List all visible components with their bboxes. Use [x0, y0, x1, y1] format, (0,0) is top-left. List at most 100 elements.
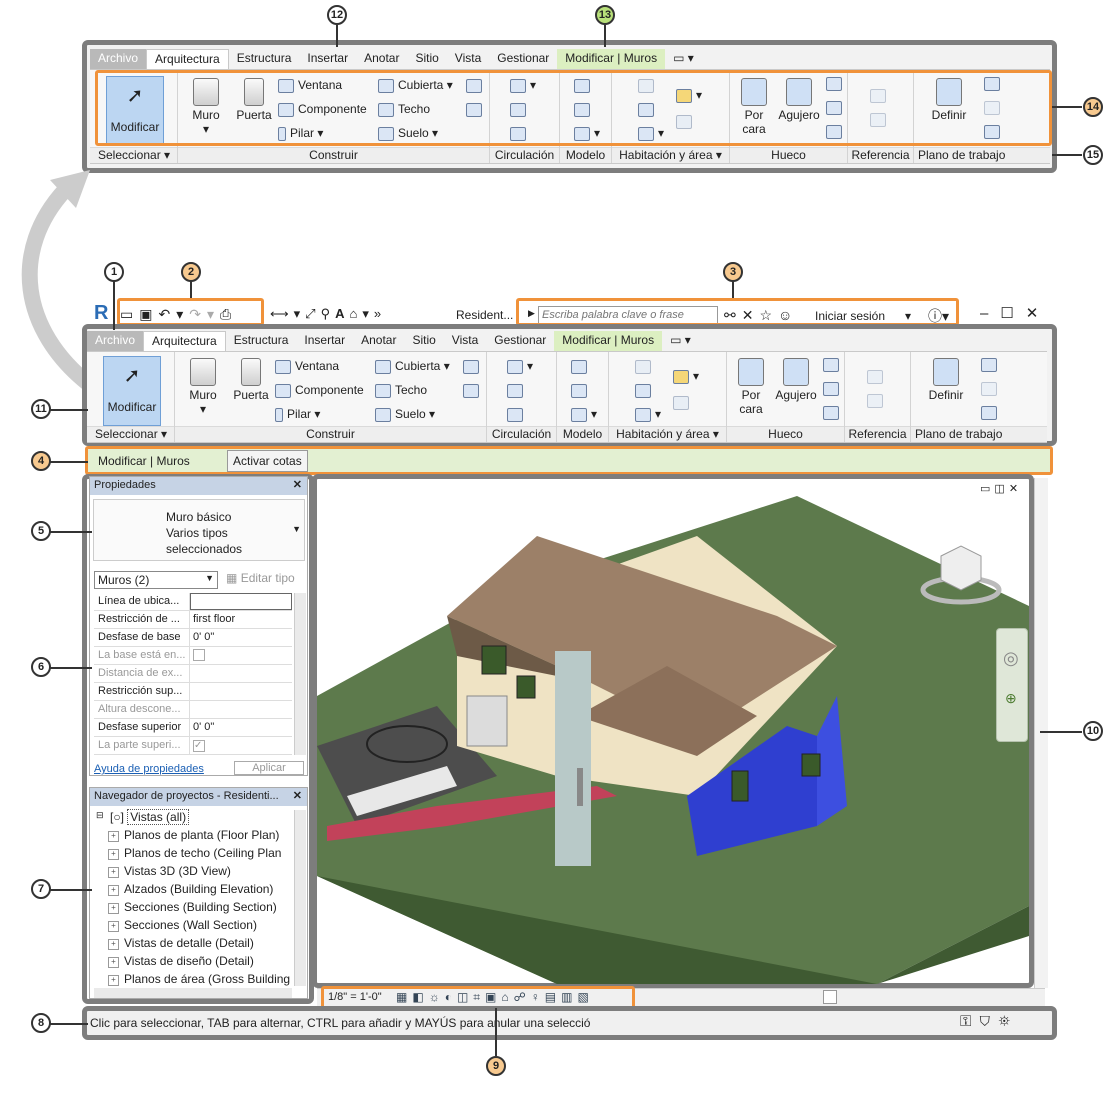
view-restore-icon[interactable]: ◫	[994, 483, 1008, 495]
main-tab-gestionar[interactable]: Gestionar	[486, 331, 554, 351]
maximize-icon[interactable]: ☐	[1000, 305, 1025, 322]
main-ribbon-options-icon[interactable]: ▭ ▾	[662, 331, 699, 351]
views-root[interactable]: ⊟ [○] Vistas (all)	[94, 809, 290, 828]
prop-row[interactable]: Desfase de base 0' 0"	[94, 629, 292, 647]
floor-button[interactable]: Suelo ▾	[378, 126, 438, 141]
undo-icon[interactable]: ↶▾	[158, 306, 189, 322]
view-hscroll-thumb[interactable]	[823, 990, 837, 1004]
browser-item[interactable]: Planos de planta (Floor Plan)	[94, 828, 290, 846]
ref-plane-icon[interactable]	[984, 100, 1004, 115]
checkbox-checked[interactable]: ✓	[193, 740, 205, 752]
view-close-icon[interactable]: ✕	[1009, 483, 1022, 495]
component-button[interactable]: Componente	[278, 102, 367, 117]
modify-button[interactable]: ➚ Modificar	[106, 76, 164, 146]
curtain-grid-icon[interactable]	[466, 78, 486, 93]
viewcube[interactable]	[916, 538, 1006, 618]
browser-hscrollbar[interactable]	[94, 988, 292, 998]
aligned-dim-icon[interactable]: ⤢	[305, 306, 320, 321]
tag-icon[interactable]: ⚲	[321, 306, 336, 321]
save-icon[interactable]: ▣	[139, 306, 158, 322]
main-grid-icon[interactable]	[867, 393, 887, 408]
tab-sitio[interactable]: Sitio	[407, 49, 446, 69]
binoculars-icon[interactable]: ⚯	[724, 307, 742, 323]
signin-button[interactable]: Iniciar sesión ▾	[815, 309, 911, 323]
grid-icon[interactable]	[870, 112, 890, 127]
room-tag-icon[interactable]: ▾	[638, 126, 664, 141]
browser-item[interactable]: Alzados (Building Elevation)	[94, 882, 290, 900]
main-stair-icon[interactable]	[507, 407, 527, 422]
tab-gestionar[interactable]: Gestionar	[489, 49, 557, 69]
main-viewer-icon[interactable]	[981, 405, 1001, 420]
ceiling-button[interactable]: Techo	[378, 102, 430, 117]
dormer-opening-icon[interactable]	[826, 124, 846, 139]
main-shaft-button[interactable]: Agujero	[771, 358, 821, 402]
set-workplane-button[interactable]: Definir	[924, 78, 974, 122]
roof-button[interactable]: Cubierta ▾	[378, 78, 453, 93]
prop-row[interactable]: Distancia de ex...	[94, 665, 292, 683]
main-column-button[interactable]: Pilar ▾	[275, 407, 320, 422]
room-icon[interactable]	[638, 78, 658, 93]
tab-archivo[interactable]: Archivo	[90, 49, 147, 69]
main-by-face-button[interactable]: Por cara	[731, 358, 771, 416]
main-room-area-group-label[interactable]: Habitación y área ▾	[609, 426, 726, 442]
crop-region-icon[interactable]: ▣	[485, 990, 501, 1004]
sun-path-icon[interactable]: ☼	[429, 990, 445, 1004]
area-boundary-icon[interactable]	[676, 114, 696, 129]
navigation-bar[interactable]	[996, 628, 1028, 742]
revit-logo[interactable]: R	[94, 302, 108, 325]
curtain-mullion-icon[interactable]	[466, 102, 486, 117]
apply-button[interactable]: Aplicar	[234, 761, 304, 775]
main-set-workplane-button[interactable]: Definir	[921, 358, 971, 402]
main-window-button[interactable]: Ventana	[275, 359, 339, 374]
3d-view-icon[interactable]: ⌂▾	[350, 306, 374, 321]
select-links-icon[interactable]: ⚿	[960, 1013, 979, 1030]
constraints-icon[interactable]: ▧	[577, 990, 593, 1004]
steering-wheel-icon[interactable]: ◎	[1003, 648, 1019, 669]
prop-row[interactable]: Línea de ubica...	[94, 593, 292, 611]
main-wall-opening-icon[interactable]	[823, 357, 843, 372]
room-separator-icon[interactable]	[638, 102, 658, 117]
main-roof-button[interactable]: Cubierta ▾	[375, 359, 450, 374]
main-room-icon[interactable]	[635, 359, 655, 374]
checkbox[interactable]	[193, 649, 205, 661]
prop-row[interactable]: Restricción de ... first floor	[94, 611, 292, 629]
search-input[interactable]	[538, 306, 718, 324]
visual-style-icon[interactable]: ◧	[412, 990, 428, 1004]
browser-item[interactable]: Secciones (Building Section)	[94, 900, 290, 918]
minimize-icon[interactable]: –	[980, 305, 1000, 322]
main-curtain-grid-icon[interactable]	[463, 359, 483, 374]
prop-row[interactable]: La base está en...	[94, 647, 292, 665]
main-component-button[interactable]: Componente	[275, 383, 364, 398]
main-area-boundary-icon[interactable]	[673, 395, 693, 410]
search-arrow-icon[interactable]: ▶	[528, 308, 535, 319]
temp-hide-icon[interactable]: ☍	[514, 990, 531, 1004]
detail-level-icon[interactable]: ▦	[396, 990, 412, 1004]
main-area-icon[interactable]: ▾	[673, 369, 699, 384]
edit-type-button[interactable]: ▦ Editar tipo	[226, 571, 295, 585]
type-dropdown-icon[interactable]: ▼	[292, 524, 301, 534]
railing-icon[interactable]: ▾	[510, 78, 536, 93]
wall-opening-icon[interactable]	[826, 76, 846, 91]
main-ramp-icon[interactable]	[507, 383, 527, 398]
properties-close-icon[interactable]: ✕	[293, 478, 302, 491]
wall-button[interactable]: Muro ▾	[186, 78, 226, 136]
prop-row[interactable]: Altura descone...	[94, 701, 292, 719]
tab-arquitectura[interactable]: Arquitectura	[146, 49, 229, 69]
by-face-button[interactable]: Por cara	[734, 78, 774, 136]
main-tab-estructura[interactable]: Estructura	[226, 331, 297, 351]
shaft-button[interactable]: Agujero	[774, 78, 824, 122]
main-floor-button[interactable]: Suelo ▾	[375, 407, 435, 422]
properties-help-link[interactable]: Ayuda de propiedades	[94, 763, 204, 775]
viewer-icon[interactable]	[984, 124, 1004, 139]
main-show-workplane-icon[interactable]	[981, 357, 1001, 372]
analysis-icon[interactable]: ▥	[561, 990, 577, 1004]
main-tab-insertar[interactable]: Insertar	[296, 331, 353, 351]
prop-row[interactable]: La parte superi... ✓	[94, 737, 292, 755]
level-icon[interactable]	[870, 88, 890, 103]
view-minimize-icon[interactable]: ▭	[980, 483, 994, 495]
main-ref-plane-icon[interactable]	[981, 381, 1001, 396]
text-icon[interactable]: A	[335, 306, 349, 321]
main-model-line-icon[interactable]	[571, 383, 591, 398]
activate-dimensions-button[interactable]: Activar cotas	[227, 450, 308, 472]
main-room-separator-icon[interactable]	[635, 383, 655, 398]
